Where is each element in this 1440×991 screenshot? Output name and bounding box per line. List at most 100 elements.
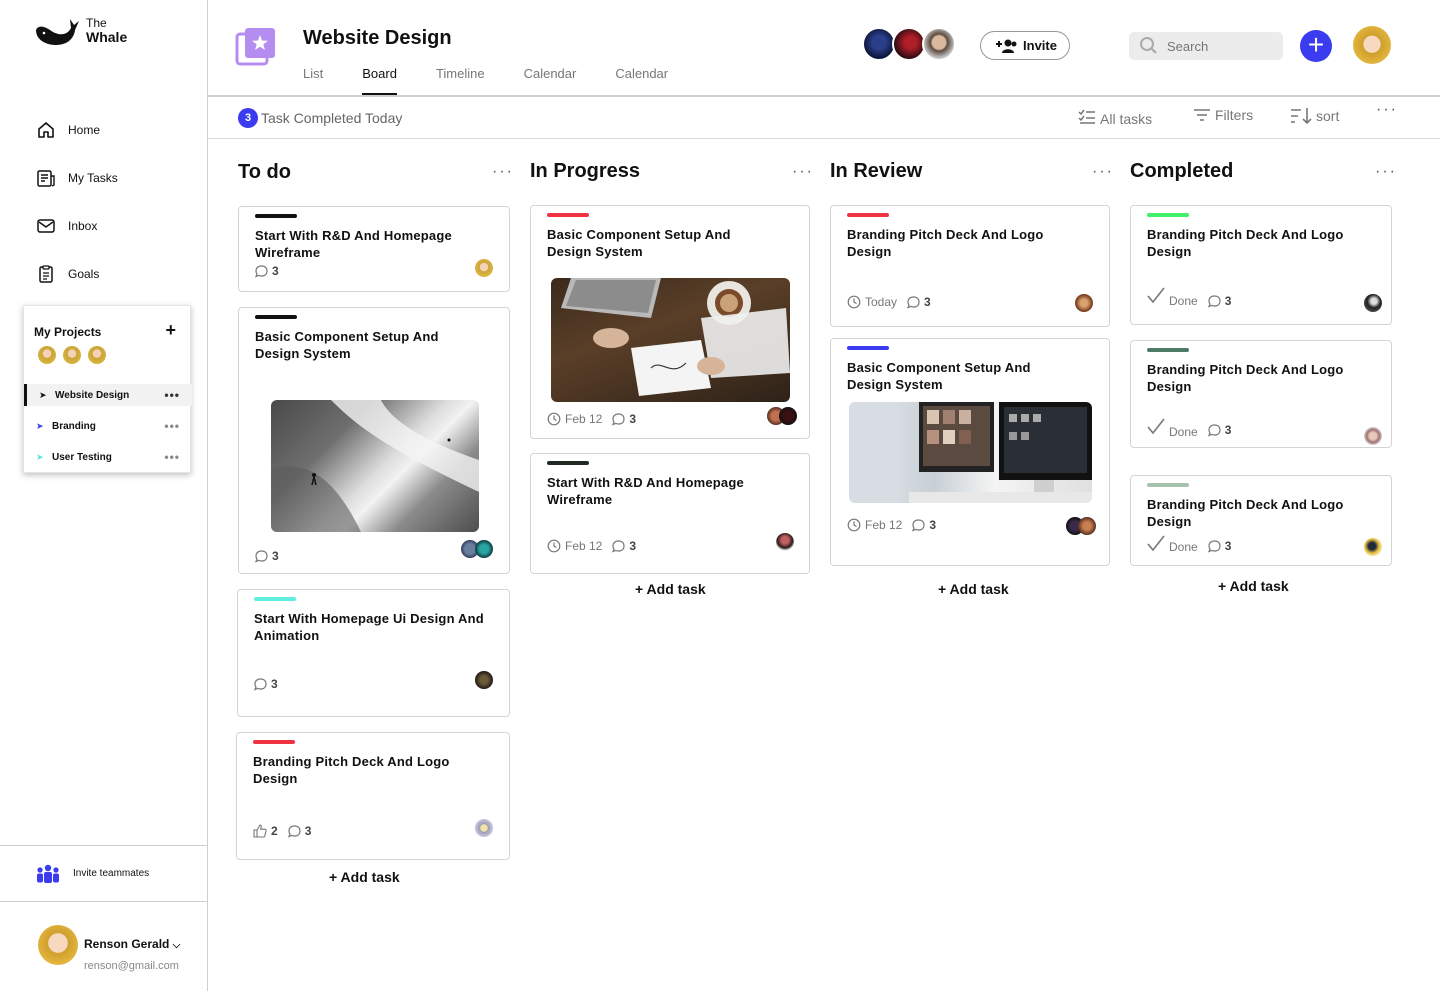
task-card[interactable]: Basic Component Setup And Design System … [530,205,810,439]
project-name: User Testing [52,451,112,463]
clipboard-icon [39,265,53,283]
task-card[interactable]: Start With R&D And Homepage Wireframe 3 [238,206,510,292]
card-title: Basic Component Setup And Design System [847,360,1031,392]
task-card[interactable]: Basic Component Setup And Design System … [830,338,1110,566]
comment-count: 3 [1224,423,1232,437]
invite-teammates-button[interactable]: Invite teammates [0,845,207,902]
comment-icon [907,295,920,309]
project-user-testing[interactable]: ➤ User Testing ••• [24,446,192,468]
tab-calendar[interactable]: Calendar [524,66,577,95]
card-color-bar [1147,348,1189,352]
tab-calendar-2[interactable]: Calendar [615,66,668,95]
comment-count: 3 [629,539,637,553]
checkmark-icon [1147,535,1165,552]
nav-inbox-label: Inbox [68,219,98,233]
whale-logo-icon [36,19,79,45]
team-members[interactable] [862,27,956,61]
comment-count: 3 [1224,294,1232,308]
checklist-icon [1078,109,1095,124]
nav-goals-label: Goals [68,267,100,281]
card-color-bar [847,346,889,350]
project-name: Branding [52,420,96,432]
nav-my-tasks[interactable]: My Tasks [36,168,118,188]
chevron-down-icon[interactable]: ⌵ [173,940,181,951]
tab-timeline[interactable]: Timeline [436,66,485,95]
avatar [776,533,794,551]
monitors-icon [849,402,1092,503]
column-more-icon[interactable]: ··· [792,163,814,181]
tab-list[interactable]: List [303,66,323,95]
sort-button[interactable]: sort [1290,107,1339,125]
task-card[interactable]: Start With Homepage Ui Design And Animat… [237,589,510,717]
add-task-button-completed[interactable]: + Add task [1218,578,1289,594]
add-project-button[interactable]: + [165,320,176,341]
add-task-button-in-review[interactable]: + Add task [938,581,1009,597]
more-options-icon[interactable]: ··· [1376,101,1398,119]
all-tasks-button[interactable]: All tasks [1078,107,1152,127]
app-logo[interactable]: The Whale [34,16,127,46]
project-branding[interactable]: ➤ Branding ••• [24,415,192,437]
comment-count: 3 [629,412,637,426]
laptop-desk-icon [561,278,790,396]
card-color-bar [1147,213,1189,217]
project-website-design[interactable]: ➤ Website Design ••• [24,384,192,406]
avatar [475,540,493,558]
status-label: Done [1169,425,1198,439]
card-color-bar [547,461,589,465]
nav-home[interactable]: Home [36,120,118,140]
search-bar[interactable] [1129,32,1283,60]
due-date: Feb 12 [865,518,903,532]
card-title: Basic Component Setup And Design System [255,329,439,361]
add-task-button-in-progress[interactable]: + Add task [635,581,706,597]
project-more-icon[interactable]: ••• [164,388,180,402]
avatar [862,27,896,61]
sidebar: The Whale Home My Tasks Inbox Goals My P… [0,0,208,991]
comment-icon [1207,539,1221,553]
comment-icon [254,677,267,691]
add-button[interactable]: + [1300,30,1332,62]
card-title: Branding Pitch Deck And Logo Design [1147,227,1344,259]
invite-button[interactable]: Invite [980,31,1070,60]
task-card[interactable]: Branding Pitch Deck And Logo Design Done… [1130,340,1392,448]
column-more-icon[interactable]: ··· [1375,163,1397,181]
app-name-top: The [86,16,107,30]
completed-today-label: Task Completed Today [261,110,403,126]
project-more-icon[interactable]: ••• [164,419,180,433]
filters-button[interactable]: Filters [1193,107,1253,123]
comment-count: 3 [924,295,931,309]
avatar [779,407,797,425]
all-tasks-label: All tasks [1100,111,1153,127]
column-title-in-progress: In Progress [530,160,641,182]
my-projects-panel: My Projects + ➤ Website Design ••• ➤ Bra… [23,305,192,473]
surf-wave-icon [271,400,479,532]
project-more-icon[interactable]: ••• [164,450,180,464]
task-card[interactable]: Basic Component Setup And Design System … [238,307,510,574]
arrow-right-icon: ➤ [39,389,47,400]
task-card[interactable]: Start With R&D And Homepage Wireframe Fe… [530,453,810,574]
card-color-bar [253,740,295,744]
task-card[interactable]: Branding Pitch Deck And Logo Design Toda… [830,205,1110,327]
card-title: Branding Pitch Deck And Logo Design [847,227,1044,259]
card-color-bar [847,213,889,217]
checkmark-icon [1147,287,1165,304]
due-date: Feb 12 [565,539,603,553]
add-task-button-todo[interactable]: + Add task [329,869,400,885]
nav-inbox[interactable]: Inbox [36,216,118,236]
comment-count: 3 [304,824,312,838]
column-more-icon[interactable]: ··· [1092,163,1114,181]
view-tabs: List Board Timeline Calendar Calendar [303,66,707,95]
task-card[interactable]: Branding Pitch Deck And Logo Design 2 3 [236,732,510,860]
card-title: Branding Pitch Deck And Logo Design [1147,362,1344,394]
avatar [38,925,78,965]
tab-board[interactable]: Board [362,66,397,95]
column-more-icon[interactable]: ··· [492,163,514,181]
sort-label: sort [1316,108,1340,124]
nav-goals[interactable]: Goals [36,264,118,284]
clock-icon [847,295,861,309]
task-card[interactable]: Branding Pitch Deck And Logo Design Done… [1130,475,1392,566]
team-icon [37,864,59,883]
avatar[interactable] [1353,26,1391,64]
search-input[interactable] [1167,38,1267,54]
comment-icon [912,518,925,532]
task-card[interactable]: Branding Pitch Deck And Logo Design Done… [1130,205,1392,325]
